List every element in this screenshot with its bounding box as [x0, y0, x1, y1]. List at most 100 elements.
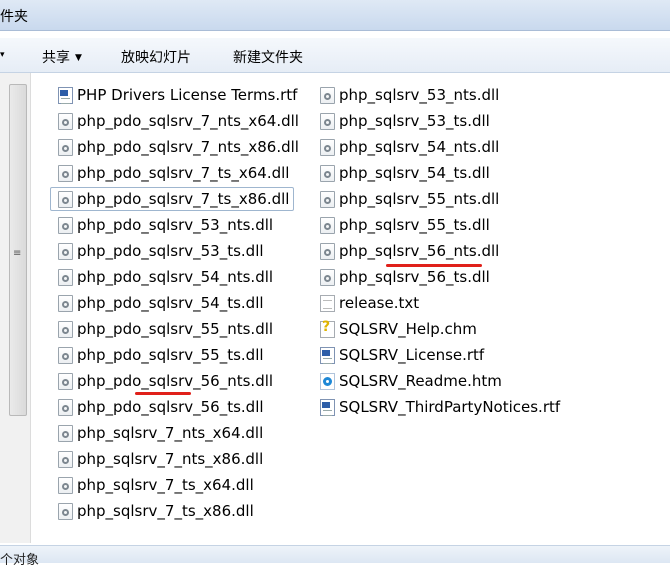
file-name: php_sqlsrv_7_ts_x86.dll	[77, 502, 254, 520]
vertical-scrollbar[interactable]: ≡	[8, 80, 27, 540]
dll-file-icon	[320, 112, 335, 130]
file-name: release.txt	[339, 294, 420, 312]
dll-file-icon	[320, 164, 335, 182]
file-item[interactable]: php_sqlsrv_56_nts.dll	[320, 239, 499, 263]
file-item[interactable]: php_pdo_sqlsrv_55_nts.dll	[58, 317, 273, 341]
dll-file-icon	[58, 476, 73, 494]
file-item[interactable]: php_sqlsrv_54_nts.dll	[320, 135, 499, 159]
file-item[interactable]: php_sqlsrv_56_ts.dll	[320, 265, 490, 289]
annotation-underline	[386, 264, 482, 267]
chevron-down-icon: ▼	[75, 53, 82, 63]
dll-file-icon	[58, 398, 73, 416]
file-name: php_sqlsrv_7_nts_x64.dll	[77, 424, 264, 442]
dll-file-icon	[58, 112, 73, 130]
file-name: php_pdo_sqlsrv_7_ts_x64.dll	[77, 164, 290, 182]
file-item[interactable]: php_sqlsrv_53_ts.dll	[320, 109, 490, 133]
file-item[interactable]: php_pdo_sqlsrv_54_ts.dll	[58, 291, 264, 315]
file-name: php_sqlsrv_54_nts.dll	[339, 138, 500, 156]
dll-file-icon	[58, 294, 73, 312]
window-title: 件夹	[0, 9, 28, 25]
dll-file-icon	[58, 502, 73, 520]
dll-file-icon	[58, 190, 73, 208]
file-name: php_pdo_sqlsrv_7_ts_x86.dll	[77, 190, 290, 208]
file-item[interactable]: php_pdo_sqlsrv_53_ts.dll	[58, 239, 264, 263]
dll-file-icon	[58, 138, 73, 156]
file-item[interactable]: SQLSRV_ThirdPartyNotices.rtf	[320, 395, 560, 419]
file-name: SQLSRV_ThirdPartyNotices.rtf	[339, 398, 561, 416]
file-name: php_sqlsrv_56_nts.dll	[339, 242, 500, 260]
file-item[interactable]: php_sqlsrv_7_ts_x86.dll	[58, 499, 254, 523]
file-item[interactable]: php_sqlsrv_55_ts.dll	[320, 213, 490, 237]
file-name: SQLSRV_License.rtf	[339, 346, 485, 364]
dll-file-icon	[58, 164, 73, 182]
slideshow-button[interactable]: 放映幻灯片	[121, 47, 191, 67]
file-item[interactable]: php_pdo_sqlsrv_7_nts_x86.dll	[58, 135, 299, 159]
file-name: php_pdo_sqlsrv_7_nts_x86.dll	[77, 138, 299, 156]
dll-file-icon	[58, 346, 73, 364]
share-button[interactable]: 共享 ▼	[42, 47, 82, 67]
file-item[interactable]: php_pdo_sqlsrv_53_nts.dll	[58, 213, 273, 237]
file-name: SQLSRV_Help.chm	[339, 320, 477, 338]
chm-file-icon	[320, 319, 335, 338]
file-item[interactable]: SQLSRV_License.rtf	[320, 343, 484, 367]
scroll-grip-icon: ≡	[13, 248, 22, 259]
file-name: php_sqlsrv_54_ts.dll	[339, 164, 490, 182]
file-item[interactable]: php_pdo_sqlsrv_56_ts.dll	[58, 395, 264, 419]
file-name: php_sqlsrv_53_ts.dll	[339, 112, 490, 130]
file-name: php_pdo_sqlsrv_7_nts_x64.dll	[77, 112, 299, 130]
file-item[interactable]: php_sqlsrv_53_nts.dll	[320, 83, 499, 107]
file-item[interactable]: php_pdo_sqlsrv_56_nts.dll	[58, 369, 273, 393]
title-bar: 件夹	[0, 0, 670, 31]
file-item[interactable]: PHP Drivers License Terms.rtf	[58, 83, 297, 107]
file-name: php_pdo_sqlsrv_54_ts.dll	[77, 294, 264, 312]
dll-file-icon	[58, 268, 73, 286]
file-list: PHP Drivers License Terms.rtf php_pdo_sql…	[31, 73, 670, 543]
file-name: php_pdo_sqlsrv_54_nts.dll	[77, 268, 274, 286]
chevron-down-icon[interactable]: ▾	[0, 50, 5, 60]
file-name: php_sqlsrv_56_ts.dll	[339, 268, 490, 286]
rtf-file-icon	[320, 346, 335, 364]
file-item[interactable]: php_pdo_sqlsrv_7_nts_x64.dll	[58, 109, 299, 133]
file-name: php_sqlsrv_53_nts.dll	[339, 86, 500, 104]
rtf-file-icon	[58, 86, 73, 104]
file-item[interactable]: release.txt	[320, 291, 419, 315]
file-name: php_pdo_sqlsrv_55_nts.dll	[77, 320, 274, 338]
file-name: php_sqlsrv_55_ts.dll	[339, 216, 490, 234]
htm-file-icon	[320, 372, 335, 390]
dll-file-icon	[320, 138, 335, 156]
annotation-underline	[135, 392, 191, 395]
file-name: SQLSRV_Readme.htm	[339, 372, 502, 390]
file-item[interactable]: php_sqlsrv_54_ts.dll	[320, 161, 490, 185]
dll-file-icon	[320, 216, 335, 234]
file-item[interactable]: php_pdo_sqlsrv_54_nts.dll	[58, 265, 273, 289]
file-item[interactable]: php_sqlsrv_7_nts_x64.dll	[58, 421, 263, 445]
rtf-file-icon	[320, 398, 335, 416]
file-item[interactable]: php_sqlsrv_7_ts_x64.dll	[58, 473, 254, 497]
file-item[interactable]: php_sqlsrv_55_nts.dll	[320, 187, 499, 211]
file-item[interactable]: php_pdo_sqlsrv_7_ts_x86.dll	[50, 187, 295, 211]
command-bar: ▾ 共享 ▼ 放映幻灯片 新建文件夹	[0, 38, 670, 73]
dll-file-icon	[58, 216, 73, 234]
file-item[interactable]: php_pdo_sqlsrv_7_ts_x64.dll	[58, 161, 289, 185]
dll-file-icon	[58, 450, 73, 468]
file-name: php_pdo_sqlsrv_53_ts.dll	[77, 242, 264, 260]
dll-file-icon	[58, 242, 73, 260]
dll-file-icon	[320, 86, 335, 104]
file-name: php_sqlsrv_7_ts_x64.dll	[77, 476, 254, 494]
file-item[interactable]: php_pdo_sqlsrv_55_ts.dll	[58, 343, 264, 367]
file-item[interactable]: SQLSRV_Help.chm	[320, 317, 477, 341]
file-item[interactable]: SQLSRV_Readme.htm	[320, 369, 502, 393]
new-folder-button[interactable]: 新建文件夹	[233, 47, 303, 67]
dll-file-icon	[58, 424, 73, 442]
file-item[interactable]: php_sqlsrv_7_nts_x86.dll	[58, 447, 263, 471]
txt-file-icon	[320, 294, 335, 312]
dll-file-icon	[320, 242, 335, 260]
file-name: php_pdo_sqlsrv_55_ts.dll	[77, 346, 264, 364]
file-name: php_pdo_sqlsrv_56_nts.dll	[77, 372, 274, 390]
file-name: php_sqlsrv_7_nts_x86.dll	[77, 450, 264, 468]
file-name: php_sqlsrv_55_nts.dll	[339, 190, 500, 208]
share-label: 共享	[42, 50, 70, 66]
dll-file-icon	[58, 320, 73, 338]
file-name: PHP Drivers License Terms.rtf	[77, 86, 298, 104]
dll-file-icon	[320, 268, 335, 286]
